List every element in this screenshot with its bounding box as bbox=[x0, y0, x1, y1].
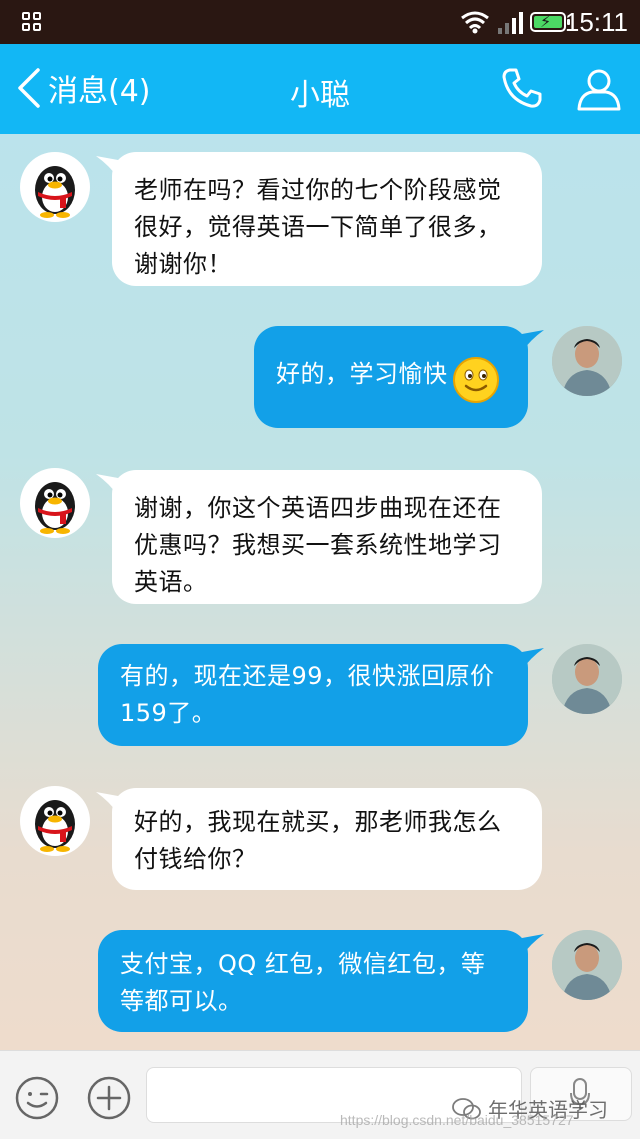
message-bubble-incoming[interactable]: 谢谢，你这个英语四步曲现在还在优惠吗？我想买一套系统性地学习英语。 bbox=[96, 470, 542, 604]
plus-icon[interactable] bbox=[86, 1075, 132, 1121]
message-text: 支付宝，QQ 红包，微信红包，等等都可以。 bbox=[120, 950, 486, 1015]
avatar-self[interactable] bbox=[552, 644, 622, 714]
avatar-self[interactable] bbox=[552, 326, 622, 396]
message-bubble-outgoing[interactable]: 有的，现在还是99，很快涨回原价159了。 bbox=[98, 644, 544, 746]
apps-grid-icon bbox=[22, 12, 42, 32]
smiley-emoji-icon bbox=[453, 357, 499, 403]
chat-header: 消息(4) 小聪 bbox=[0, 44, 640, 134]
bubble-tail bbox=[96, 792, 118, 814]
bubble-tail bbox=[522, 330, 544, 352]
watermark-url: https://blog.csdn.net/baidu_38515727 bbox=[340, 1112, 574, 1128]
message-bubble-incoming[interactable]: 好的，我现在就买，那老师我怎么付钱给你？ bbox=[96, 788, 542, 890]
penguin-icon bbox=[35, 482, 75, 534]
bubble-tail bbox=[522, 648, 544, 670]
message-text: 好的，我现在就买，那老师我怎么付钱给你？ bbox=[134, 808, 502, 873]
wifi-icon bbox=[461, 11, 489, 34]
message-bubble-outgoing[interactable]: 好的，学习愉快 bbox=[254, 326, 544, 428]
phone-icon[interactable] bbox=[500, 66, 544, 110]
signal-icon bbox=[498, 12, 523, 34]
penguin-icon bbox=[35, 166, 75, 218]
clock: 15:11 bbox=[564, 7, 628, 37]
avatar-qq-penguin[interactable] bbox=[20, 468, 90, 538]
person-photo-icon bbox=[552, 644, 622, 714]
message-bubble-incoming[interactable]: 老师在吗？看过你的七个阶段感觉很好，觉得英语一下简单了很多，谢谢你！ bbox=[96, 152, 542, 286]
message-text: 好的，学习愉快 bbox=[276, 360, 448, 388]
person-photo-icon bbox=[552, 326, 622, 396]
bubble-tail bbox=[96, 474, 118, 496]
avatar-self[interactable] bbox=[552, 930, 622, 1000]
emoji-icon[interactable] bbox=[14, 1075, 60, 1121]
avatar-qq-penguin[interactable] bbox=[20, 152, 90, 222]
person-photo-icon bbox=[552, 930, 622, 1000]
penguin-icon bbox=[35, 800, 75, 852]
chat-title: 小聪 bbox=[290, 78, 350, 113]
status-bar: ⚡ 15:11 bbox=[0, 0, 640, 44]
message-text: 有的，现在还是99，很快涨回原价159了。 bbox=[120, 662, 495, 727]
message-text: 谢谢，你这个英语四步曲现在还在优惠吗？我想买一套系统性地学习英语。 bbox=[134, 494, 502, 596]
message-bubble-outgoing[interactable]: 支付宝，QQ 红包，微信红包，等等都可以。 bbox=[98, 930, 544, 1032]
bubble-tail bbox=[96, 156, 118, 178]
message-text: 老师在吗？看过你的七个阶段感觉很好，觉得英语一下简单了很多，谢谢你！ bbox=[134, 176, 502, 278]
battery-icon: ⚡ bbox=[530, 12, 570, 32]
avatar-qq-penguin[interactable] bbox=[20, 786, 90, 856]
bubble-tail bbox=[522, 934, 544, 956]
user-profile-icon[interactable] bbox=[576, 66, 622, 112]
